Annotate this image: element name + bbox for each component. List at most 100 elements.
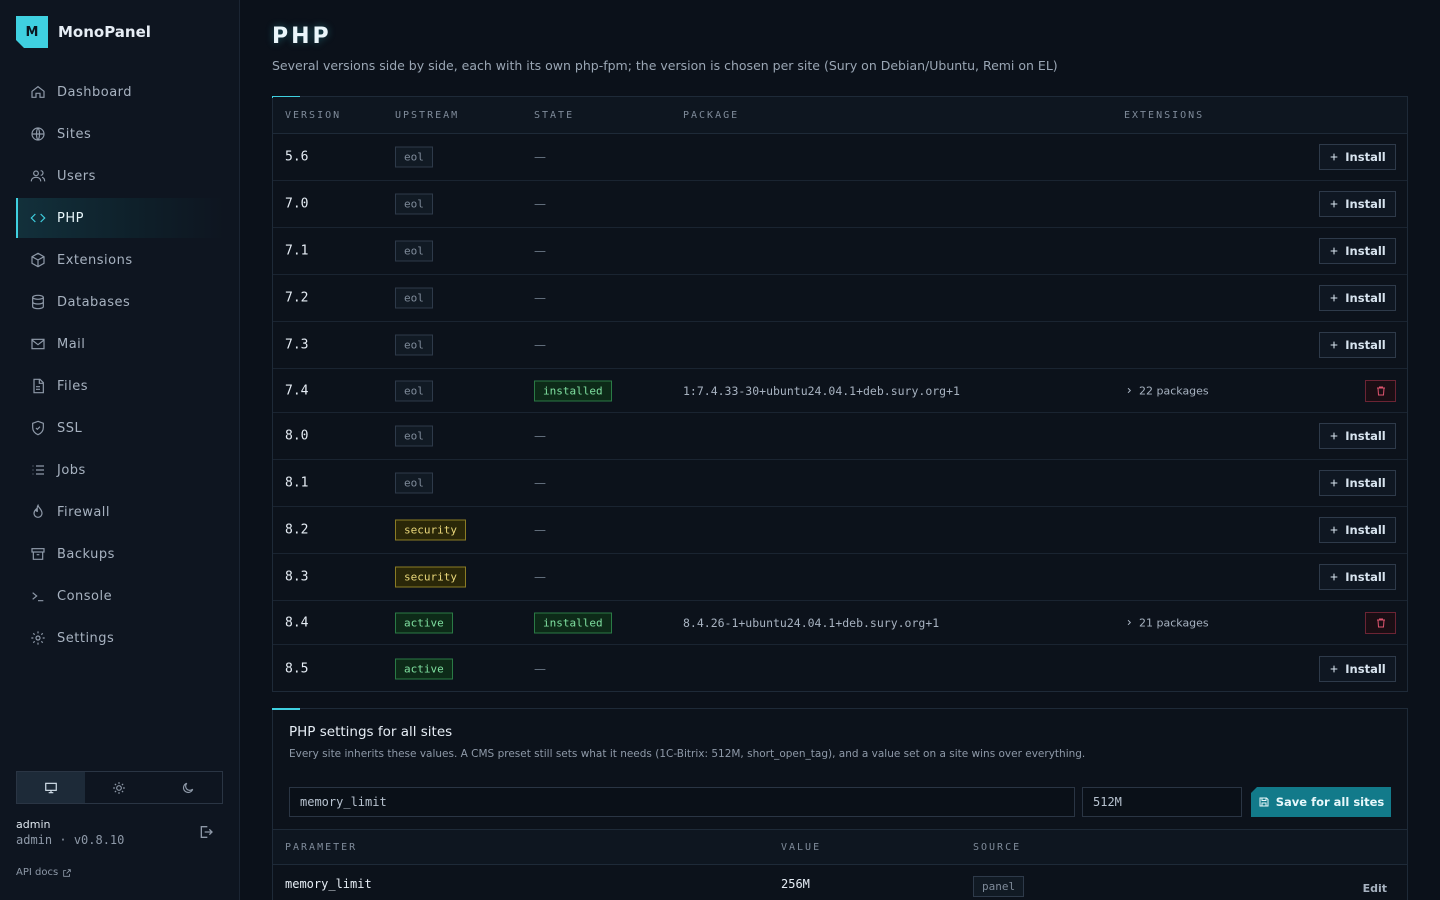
delete-version-button[interactable] bbox=[1365, 611, 1396, 634]
state-empty: — bbox=[534, 291, 546, 305]
extensions-toggle[interactable]: 22 packages bbox=[1125, 384, 1209, 397]
state-empty: — bbox=[534, 523, 546, 537]
table-row: 7.2 eol — Install bbox=[273, 275, 1407, 322]
version-cell: 8.0 bbox=[285, 428, 309, 444]
upstream-badge: eol bbox=[395, 146, 433, 168]
install-button[interactable]: Install bbox=[1319, 144, 1396, 170]
gear-icon bbox=[29, 629, 47, 647]
upstream-badge: eol bbox=[395, 193, 433, 215]
plus-icon bbox=[1330, 573, 1338, 581]
sidebar-item-mail[interactable]: Mail bbox=[16, 324, 224, 364]
version-cell: 7.0 bbox=[285, 196, 309, 212]
cube-icon bbox=[29, 251, 47, 269]
install-button[interactable]: Install bbox=[1319, 191, 1396, 217]
sidebar-item-label: Mail bbox=[57, 336, 86, 352]
version-cell: 8.1 bbox=[285, 475, 309, 491]
state-empty: — bbox=[534, 429, 546, 443]
sidebar-item-label: Firewall bbox=[57, 504, 111, 520]
install-button[interactable]: Install bbox=[1319, 655, 1396, 682]
sidebar-item-console[interactable]: Console bbox=[16, 576, 224, 616]
sidebar-item-extensions[interactable]: Extensions bbox=[16, 240, 224, 280]
upstream-badge: security bbox=[395, 566, 466, 588]
version-cell: 8.5 bbox=[285, 661, 309, 676]
file-icon bbox=[29, 377, 47, 395]
user-info: admin admin · v0.8.10 bbox=[16, 818, 124, 847]
sidebar-item-files[interactable]: Files bbox=[16, 366, 224, 406]
logout-button[interactable] bbox=[198, 824, 214, 844]
edit-setting-button[interactable]: Edit bbox=[1363, 882, 1387, 895]
mail-icon bbox=[29, 335, 47, 353]
install-button[interactable]: Install bbox=[1319, 470, 1396, 496]
database-icon bbox=[29, 293, 47, 311]
shield-icon bbox=[29, 419, 47, 437]
theme-switch bbox=[16, 771, 223, 804]
value-input[interactable]: 512M bbox=[1082, 787, 1242, 817]
header-upstream: UPSTREAM bbox=[395, 110, 460, 121]
sidebar-item-backups[interactable]: Backups bbox=[16, 534, 224, 574]
page-subtitle: Several versions side by side, each with… bbox=[272, 58, 1058, 73]
state-empty: — bbox=[534, 570, 546, 584]
delete-version-button[interactable] bbox=[1365, 379, 1396, 402]
theme-dark-button[interactable] bbox=[154, 772, 222, 803]
sidebar-item-databases[interactable]: Databases bbox=[16, 282, 224, 322]
code-icon bbox=[29, 209, 47, 227]
version-cell: 8.4 bbox=[285, 615, 309, 630]
install-button[interactable]: Install bbox=[1319, 285, 1396, 311]
api-docs-link[interactable]: API docs bbox=[16, 867, 72, 878]
sidebar-item-users[interactable]: Users bbox=[16, 156, 224, 196]
archive-icon bbox=[29, 545, 47, 563]
table-body: 5.6 eol — Install 7.0 eol — Install 7.1 eol — Insta… bbox=[273, 134, 1407, 692]
install-button[interactable]: Install bbox=[1319, 332, 1396, 358]
save-all-sites-button[interactable]: Save for all sites bbox=[1251, 787, 1391, 817]
parameter-input[interactable]: memory_limit bbox=[289, 787, 1075, 817]
theme-light-button[interactable] bbox=[85, 772, 153, 803]
settings-title: PHP settings for all sites bbox=[289, 724, 453, 740]
sidebar-item-jobs[interactable]: Jobs bbox=[16, 450, 224, 490]
logout-icon bbox=[200, 826, 213, 838]
save-all-sites-label: Save for all sites bbox=[1275, 795, 1385, 809]
card-accent bbox=[272, 708, 300, 710]
install-button[interactable]: Install bbox=[1319, 564, 1396, 590]
table-row: 8.4 active installed 8.4.26-1+ubuntu24.04.1… bbox=[273, 601, 1407, 645]
app-version: v0.8.10 bbox=[73, 833, 125, 847]
sidebar-item-label: Dashboard bbox=[57, 84, 133, 100]
header-extensions: EXTENSIONS bbox=[1124, 110, 1205, 121]
install-button[interactable]: Install bbox=[1319, 517, 1396, 543]
brand[interactable]: M MonoPanel bbox=[16, 16, 151, 48]
upstream-badge: eol bbox=[395, 334, 433, 356]
install-button[interactable]: Install bbox=[1319, 423, 1396, 449]
table-row: 7.1 eol — Install bbox=[273, 228, 1407, 275]
settings-table-header: PARAMETER VALUE SOURCE bbox=[273, 829, 1407, 865]
sidebar-item-ssl[interactable]: SSL bbox=[16, 408, 224, 448]
upstream-badge: active bbox=[395, 658, 453, 679]
theme-system-button[interactable] bbox=[17, 772, 86, 803]
upstream-badge: eol bbox=[395, 380, 433, 401]
plus-icon bbox=[1330, 526, 1338, 534]
header-package: PACKAGE bbox=[683, 110, 740, 121]
sidebar-item-firewall[interactable]: Firewall bbox=[16, 492, 224, 532]
sidebar-item-php[interactable]: PHP bbox=[16, 198, 224, 238]
plus-icon bbox=[1330, 200, 1338, 208]
header-parameter: PARAMETER bbox=[285, 842, 358, 853]
trash-icon bbox=[1376, 386, 1385, 395]
chevron-right-icon bbox=[1127, 387, 1132, 394]
version-cell: 5.6 bbox=[285, 149, 309, 165]
terminal-icon bbox=[29, 587, 47, 605]
setting-parameter: memory_limit bbox=[285, 877, 372, 891]
sidebar-item-settings[interactable]: Settings bbox=[16, 618, 224, 658]
install-label: Install bbox=[1345, 476, 1386, 490]
extensions-toggle[interactable]: 21 packages bbox=[1125, 616, 1209, 629]
sidebar-item-label: Jobs bbox=[57, 462, 86, 478]
list-icon bbox=[29, 461, 47, 479]
trash-icon bbox=[1376, 618, 1385, 627]
plus-icon bbox=[1330, 341, 1338, 349]
install-button[interactable]: Install bbox=[1319, 238, 1396, 264]
plus-icon bbox=[1330, 432, 1338, 440]
plus-icon bbox=[1330, 665, 1338, 672]
sidebar-item-dashboard[interactable]: Dashboard bbox=[16, 72, 224, 112]
sidebar-item-sites[interactable]: Sites bbox=[16, 114, 224, 154]
table-header: VERSION UPSTREAM STATE PACKAGE EXTENSION… bbox=[273, 97, 1407, 134]
main-content: PHP Several versions side by side, each … bbox=[240, 0, 1440, 900]
version-cell: 7.1 bbox=[285, 243, 309, 259]
user-role-version: admin · v0.8.10 bbox=[16, 833, 125, 847]
